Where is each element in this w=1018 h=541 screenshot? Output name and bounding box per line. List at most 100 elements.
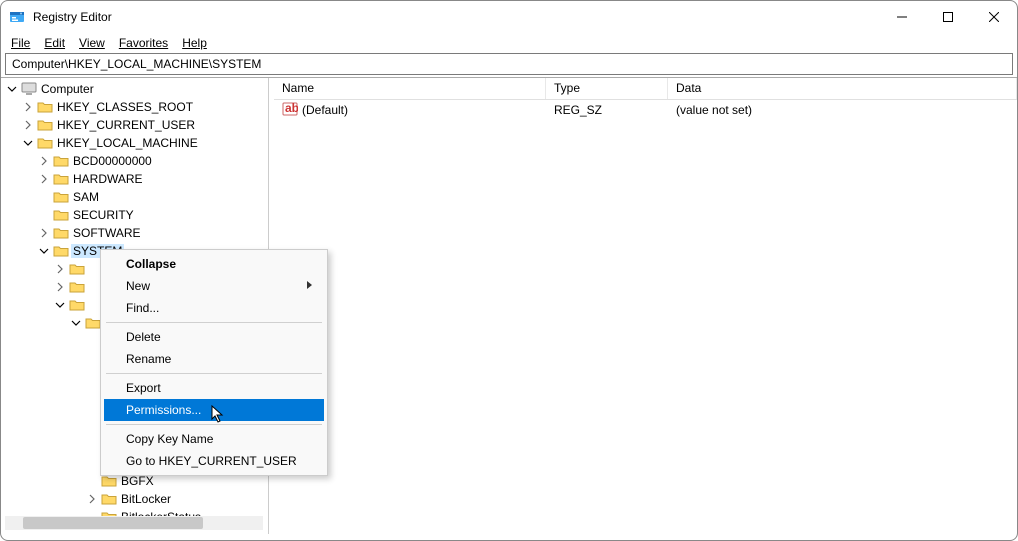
tree-label: SOFTWARE (71, 226, 143, 240)
tree-label: SAM (71, 190, 101, 204)
cm-label: New (126, 279, 150, 293)
column-header-type[interactable]: Type (546, 78, 668, 99)
tree-item-hklm[interactable]: HKEY_LOCAL_MACHINE (21, 134, 268, 152)
tree-item-hkcu[interactable]: HKEY_CURRENT_USER (21, 116, 268, 134)
svg-text:ab: ab (285, 101, 298, 115)
tree-item[interactable]: ·SAM (37, 188, 268, 206)
tree-label (87, 262, 94, 276)
address-path: Computer\HKEY_LOCAL_MACHINE\SYSTEM (12, 57, 261, 71)
column-header-data[interactable]: Data (668, 78, 1017, 99)
tree-item[interactable]: BCD00000000 (37, 152, 268, 170)
chevron-right-icon[interactable] (53, 262, 67, 276)
chevron-right-icon[interactable] (37, 154, 51, 168)
values-list-pane: Name Type Data ab (Default) REG_SZ (valu… (274, 78, 1017, 534)
tree-label: HKEY_CLASSES_ROOT (55, 100, 195, 114)
menu-favorites[interactable]: Favorites (113, 35, 174, 51)
folder-icon (53, 208, 69, 222)
folder-icon (53, 190, 69, 204)
value-type: REG_SZ (546, 101, 668, 119)
tree-label: HKEY_LOCAL_MACHINE (55, 136, 200, 150)
cm-separator (106, 424, 322, 425)
chevron-right-icon[interactable] (37, 172, 51, 186)
folder-icon (53, 226, 69, 240)
chevron-right-icon[interactable] (37, 226, 51, 240)
computer-icon (21, 82, 37, 96)
folder-icon (53, 154, 69, 168)
folder-icon (37, 136, 53, 150)
context-menu: Collapse New Find... Delete Rename Expor… (100, 249, 328, 476)
cm-label: Permissions... (126, 403, 201, 417)
chevron-down-icon[interactable] (37, 244, 51, 258)
maximize-button[interactable] (925, 2, 971, 32)
cm-new[interactable]: New (104, 275, 324, 297)
cm-label: Find... (126, 301, 159, 315)
menu-view[interactable]: View (73, 35, 111, 51)
tree-label: HKEY_CURRENT_USER (55, 118, 197, 132)
cm-label: Collapse (126, 257, 176, 271)
folder-icon (53, 172, 69, 186)
cm-label: Delete (126, 330, 161, 344)
tree-label: HARDWARE (71, 172, 145, 186)
folder-icon (37, 100, 53, 114)
menu-edit[interactable]: Edit (38, 35, 71, 51)
list-header: Name Type Data (274, 78, 1017, 100)
scrollbar-thumb[interactable] (23, 517, 203, 529)
tree-label: BCD00000000 (71, 154, 154, 168)
address-bar[interactable]: Computer\HKEY_LOCAL_MACHINE\SYSTEM (5, 53, 1013, 75)
folder-icon (101, 492, 117, 506)
menu-bar: File Edit View Favorites Help (1, 33, 1017, 53)
value-name: (Default) (302, 103, 348, 117)
cm-collapse[interactable]: Collapse (104, 253, 324, 275)
cm-delete[interactable]: Delete (104, 326, 324, 348)
cm-permissions[interactable]: Permissions... (104, 399, 324, 421)
horizontal-scrollbar[interactable] (5, 516, 263, 530)
close-button[interactable] (971, 2, 1017, 32)
tree-label: SECURITY (71, 208, 136, 222)
app-icon (9, 9, 25, 25)
value-data: (value not set) (668, 101, 1017, 119)
tree-item[interactable]: ·SECURITY (37, 206, 268, 224)
cm-label: Rename (126, 352, 171, 366)
column-header-name[interactable]: Name (274, 78, 546, 99)
folder-icon (101, 474, 117, 488)
chevron-down-icon[interactable] (53, 298, 67, 312)
chevron-down-icon[interactable] (69, 316, 83, 330)
tree-item[interactable]: SOFTWARE (37, 224, 268, 242)
tree-item-computer[interactable]: Computer (5, 80, 268, 98)
folder-icon (69, 298, 85, 312)
cm-goto-hkcu[interactable]: Go to HKEY_CURRENT_USER (104, 450, 324, 472)
tree-label: Computer (39, 82, 96, 96)
chevron-right-icon[interactable] (21, 100, 35, 114)
menu-file[interactable]: File (5, 35, 36, 51)
chevron-right-icon[interactable] (21, 118, 35, 132)
menu-help[interactable]: Help (176, 35, 213, 51)
tree-item[interactable]: BitLocker (85, 490, 268, 508)
list-row[interactable]: ab (Default) REG_SZ (value not set) (274, 100, 1017, 120)
cm-label: Go to HKEY_CURRENT_USER (126, 454, 297, 468)
cm-rename[interactable]: Rename (104, 348, 324, 370)
window-controls (879, 2, 1017, 32)
tree-label (87, 298, 94, 312)
tree-label: BGFX (119, 474, 156, 488)
tree-item[interactable]: HARDWARE (37, 170, 268, 188)
chevron-right-icon[interactable] (85, 492, 99, 506)
folder-icon (69, 280, 85, 294)
cm-separator (106, 322, 322, 323)
chevron-right-icon[interactable] (53, 280, 67, 294)
folder-icon (69, 262, 85, 276)
cm-label: Export (126, 381, 161, 395)
cm-label: Copy Key Name (126, 432, 213, 446)
folder-icon (53, 244, 69, 258)
cm-export[interactable]: Export (104, 377, 324, 399)
tree-item-hkcr[interactable]: HKEY_CLASSES_ROOT (21, 98, 268, 116)
cm-find[interactable]: Find... (104, 297, 324, 319)
cm-separator (106, 373, 322, 374)
folder-icon (85, 316, 101, 330)
title-bar: Registry Editor (1, 1, 1017, 33)
window-title: Registry Editor (33, 10, 879, 24)
minimize-button[interactable] (879, 2, 925, 32)
chevron-down-icon[interactable] (5, 82, 19, 96)
cm-copy-key-name[interactable]: Copy Key Name (104, 428, 324, 450)
submenu-arrow-icon (306, 279, 314, 293)
chevron-down-icon[interactable] (21, 136, 35, 150)
